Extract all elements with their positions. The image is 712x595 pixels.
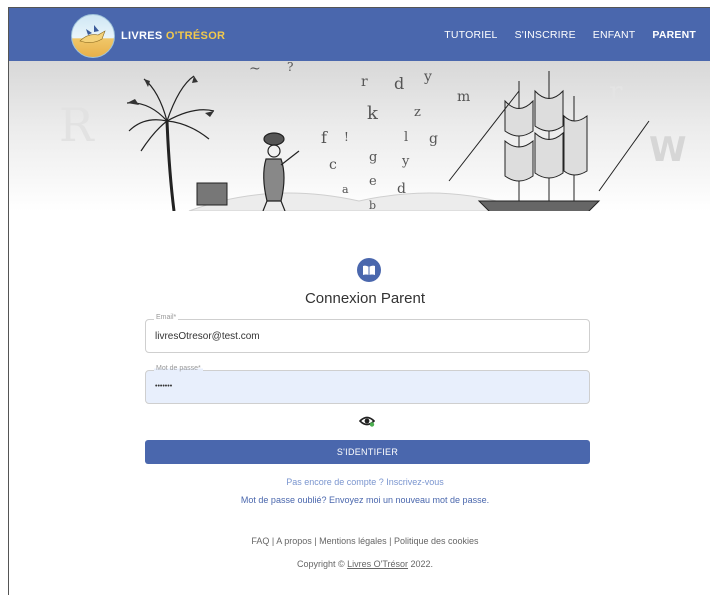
footer-links[interactable]: FAQ | A propos | Mentions légales | Poli… <box>9 536 710 546</box>
hero-letter-5: y <box>423 69 432 85</box>
hero-letter-bg-3: r <box>609 75 623 108</box>
hero-letter-9: f <box>321 128 328 147</box>
top-navbar: LIVRES O'TRÉSOR TUTORIEL S'INSCRIRE ENFA… <box>9 8 710 61</box>
signup-link[interactable]: Pas encore de compte ? Inscrivez-vous <box>9 477 710 487</box>
hero-letter-13: c <box>329 157 337 173</box>
hero-letter-11: l <box>404 130 408 145</box>
logo-emblem-icon <box>71 14 115 58</box>
hero-letter-2: ? <box>287 61 293 74</box>
hero-letter-1: ~ <box>249 61 261 77</box>
brand-name-part2: O'TRÉSOR <box>165 30 226 42</box>
hero-letter-4: r <box>361 74 368 90</box>
password-label: Mot de passe* <box>154 365 203 372</box>
brand-logo[interactable]: LIVRES O'TRÉSOR <box>71 14 225 58</box>
hero-letter-17: e <box>369 174 377 189</box>
hero-letter-16: a <box>342 183 349 196</box>
brand-name: LIVRES O'TRÉSOR <box>121 30 225 42</box>
hero-letter-8: m <box>457 89 470 105</box>
hero-letter-3: d <box>394 74 404 93</box>
brand-name-part1: LIVRES <box>121 30 166 42</box>
hero-letter-19: b <box>369 199 376 211</box>
copyright: Copyright © Livres O'Trésor 2022. <box>9 559 710 569</box>
nav-menu: TUTORIEL S'INSCRIRE ENFANT PARENT <box>427 8 696 61</box>
hero-letter-10: ! <box>344 130 349 144</box>
email-label: Email* <box>154 314 179 321</box>
hero-letter-12: z <box>414 105 421 120</box>
email-field[interactable]: Email* livresOtresor@test.com <box>145 314 590 353</box>
email-input[interactable]: livresOtresor@test.com <box>155 331 260 342</box>
hero-letter-6: k <box>367 103 379 124</box>
hero-letter-14: g <box>369 150 377 165</box>
forgot-password-link[interactable]: Mot de passe oublié? Envoyez moi un nouv… <box>9 495 710 505</box>
nav-sinscrire[interactable]: S'INSCRIRE <box>515 29 576 41</box>
nav-tutoriel[interactable]: TUTORIEL <box>444 29 497 41</box>
copyright-suffix: 2022. <box>408 559 434 569</box>
hero-letter-bg-1: R <box>59 98 95 152</box>
copyright-prefix: Copyright © <box>296 559 348 569</box>
copyright-brand-link[interactable]: Livres O'Trésor <box>347 559 408 569</box>
hero-letter-7: g <box>429 131 438 147</box>
hero-letter-bg-2: W <box>649 130 687 170</box>
hero-letter-15: y <box>401 154 410 169</box>
book-icon <box>357 258 381 282</box>
password-input[interactable]: ••••••• <box>155 383 172 390</box>
hero-banner: R W r ~ ? d r y k g m f ! l z c g y a e … <box>9 61 710 211</box>
page-title: Connexion Parent <box>304 290 426 307</box>
login-button[interactable]: S'IDENTIFIER <box>145 440 590 464</box>
show-password-eye-icon[interactable] <box>358 414 376 432</box>
hero-letter-18: d <box>397 181 406 197</box>
hero-illustration: R W r ~ ? d r y k g m f ! l z c g y a e … <box>59 61 687 211</box>
nav-enfant[interactable]: ENFANT <box>593 29 636 41</box>
nav-parent[interactable]: PARENT <box>652 29 696 41</box>
browser-viewport: LIVRES O'TRÉSOR TUTORIEL S'INSCRIRE ENFA… <box>8 7 710 595</box>
password-field[interactable]: Mot de passe* ••••••• <box>145 365 590 404</box>
